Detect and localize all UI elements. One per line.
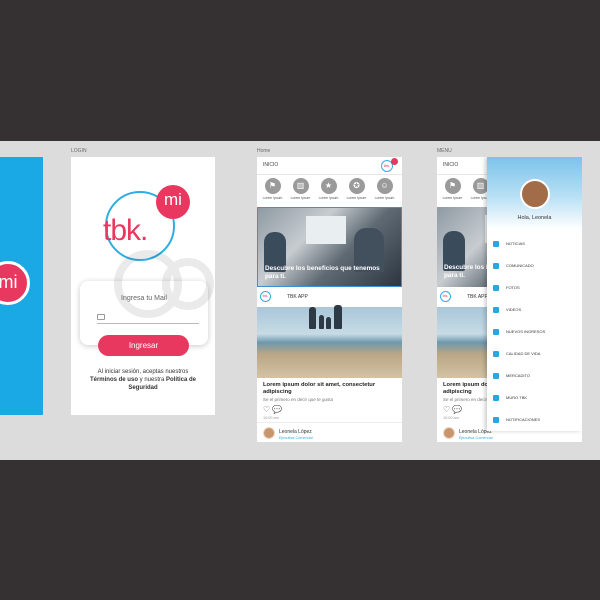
- post-date: 10:00 am: [263, 416, 279, 420]
- info-icon: [493, 417, 499, 423]
- avatar[interactable]: [520, 179, 550, 209]
- id-card-icon: [97, 314, 105, 320]
- menu-item-label: NOTICIAS: [506, 241, 525, 246]
- megaphone-icon: [493, 263, 499, 269]
- photo-icon: [493, 285, 499, 291]
- post-date: 10:00 am: [443, 416, 459, 420]
- feed-title: TBK APP: [287, 294, 308, 300]
- award-icon: ✪: [348, 178, 365, 194]
- design-canvas: LOGIN Home MENU mi tbk. mi Ingresa tu Ma…: [0, 141, 600, 460]
- splash-mi-logo: mi: [0, 261, 30, 305]
- menu-item-label: FOTOS: [506, 285, 520, 290]
- menu-item-notificaciones[interactable]: NOTIFICACIONES: [493, 416, 578, 426]
- notification-dot: [391, 158, 398, 165]
- side-drawer: Hola, Leonela NOTICIAS COMUNICADO FOTOS …: [487, 157, 582, 431]
- shortcut-label: Lorem Ipsum: [346, 196, 367, 200]
- home-screen: INICIO tbk. ⚑ Lorem Ipsum ▥ Lorem Ipsum …: [257, 157, 402, 442]
- post-actions: ♡ 💬: [263, 405, 282, 414]
- menu-item-fotos[interactable]: FOTOS: [493, 284, 578, 294]
- menu-item-noticias[interactable]: NOTICIAS: [493, 240, 578, 250]
- shortcut-label: Lorem Ipsum: [290, 196, 311, 200]
- smile-icon: ☺: [376, 178, 393, 194]
- post-like-text: Se el primero en decir que te gusta: [263, 397, 334, 402]
- menu-item-comunicado[interactable]: COMUNICADO: [493, 262, 578, 272]
- menu-item-mercadito[interactable]: MERCADITO: [493, 372, 578, 382]
- divider: [257, 422, 402, 423]
- menu-item-label: CALIDAD DE VIDA: [506, 351, 541, 356]
- shortcut-row: ⚑ Lorem Ipsum ▥ Lorem Ipsum ★ Lorem Ipsu…: [257, 176, 402, 206]
- shortcut-label: Lorem Ipsum: [374, 196, 395, 200]
- shortcut-4[interactable]: ✪ Lorem Ipsum: [343, 178, 370, 200]
- menu-item-calidad-de-vida[interactable]: CALIDAD DE VIDA: [493, 350, 578, 360]
- menu-item-label: MURO TBK: [506, 395, 528, 400]
- terms-text: Al iniciar sesión, aceptas nuestros Térm…: [83, 368, 203, 392]
- comment-icon[interactable]: 💬: [272, 405, 282, 414]
- feed-title: TBK APP: [467, 294, 488, 300]
- post-actions: ♡ 💬: [443, 405, 462, 414]
- login-button[interactable]: Ingresar: [98, 335, 189, 356]
- menu-item-label: MERCADITO: [506, 373, 530, 378]
- shortcut-label: Lorem Ipsum: [318, 196, 339, 200]
- drawer-header: Hola, Leonela: [487, 157, 582, 229]
- shortcut-1[interactable]: ⚑ Lorem Ipsum: [259, 178, 286, 200]
- hero-caption: Descubre los beneficios que tenemos para…: [265, 265, 380, 280]
- artboard-label-home: Home: [257, 148, 271, 154]
- new-hires-icon: [493, 329, 499, 335]
- flag-icon: ⚑: [264, 178, 281, 194]
- flag-icon: [493, 395, 499, 401]
- menu-screen: INICIO ⚑ Lorem Ipsum ▥ Lorem Ipsum Descu…: [437, 157, 582, 442]
- menu-item-label: NOTIFICACIONES: [506, 417, 541, 422]
- star-icon: ★: [320, 178, 337, 194]
- shortcut-3[interactable]: ★ Lorem Ipsum: [315, 178, 342, 200]
- post-image[interactable]: [257, 305, 402, 378]
- shortcut-1[interactable]: ⚑ Lorem Ipsum: [439, 178, 466, 200]
- page-title: INICIO: [443, 162, 459, 168]
- feed-header: tbk. TBK APP: [257, 288, 402, 305]
- artboard-label-menu: MENU: [437, 148, 452, 154]
- logo-mi-badge: mi: [156, 185, 190, 219]
- video-icon: [493, 307, 499, 313]
- drawer-greeting: Hola, Leonela: [517, 215, 552, 221]
- menu-item-videos[interactable]: VIDEOS: [493, 306, 578, 316]
- terms-line: Al iniciar sesión, aceptas nuestros: [97, 369, 189, 375]
- shortcut-label: Lorem Ipsum: [442, 196, 463, 200]
- feed-logo: tbk.: [260, 291, 271, 302]
- page-title: INICIO: [263, 162, 279, 168]
- heart-icon[interactable]: ♡: [263, 405, 270, 414]
- heart-icon: [493, 351, 499, 357]
- menu-item-label: COMUNICADO: [506, 263, 534, 268]
- watermark-logo: [108, 249, 218, 319]
- author-role: Ejecutiva Comercial: [459, 436, 493, 440]
- comment-icon[interactable]: 💬: [452, 405, 462, 414]
- menu-item-label: VIDEOS: [506, 307, 522, 312]
- feed-logo: tbk.: [440, 291, 451, 302]
- home-topbar: INICIO tbk.: [257, 157, 402, 175]
- hero-whiteboard: [306, 216, 346, 244]
- avatar[interactable]: [263, 427, 275, 439]
- shortcut-2[interactable]: ▥ Lorem Ipsum: [287, 178, 314, 200]
- flag-icon: ⚑: [444, 178, 461, 194]
- post-title: Lorem ipsum dolor sit amet, consectetur …: [263, 382, 376, 395]
- menu-item-muro-tbk[interactable]: MURO TBK: [493, 394, 578, 404]
- carousel-dots[interactable]: [384, 278, 396, 286]
- author-name: Leonela López: [279, 429, 312, 435]
- menu-item-nuevos-ingresos[interactable]: NUEVOS INGRESOS: [493, 328, 578, 338]
- splash-screen: mi: [0, 157, 43, 415]
- terms-of-use-link[interactable]: Términos de uso: [90, 377, 138, 383]
- building-icon: ▥: [292, 178, 309, 194]
- shortcut-label: Lorem Ipsum: [262, 196, 283, 200]
- hero-banner[interactable]: Descubre los beneficios que tenemos para…: [257, 207, 402, 287]
- author-role: Ejecutiva Comercial: [279, 436, 313, 440]
- terms-connector: y nuestra: [137, 377, 166, 383]
- heart-icon[interactable]: ♡: [443, 405, 450, 414]
- artboard-label-login: LOGIN: [71, 148, 87, 154]
- logo-text: tbk.: [103, 214, 148, 247]
- news-icon: [493, 241, 499, 247]
- cart-icon: [493, 373, 499, 379]
- menu-item-label: NUEVOS INGRESOS: [506, 329, 546, 334]
- avatar[interactable]: [443, 427, 455, 439]
- shortcut-5[interactable]: ☺ Lorem Ipsum: [371, 178, 398, 200]
